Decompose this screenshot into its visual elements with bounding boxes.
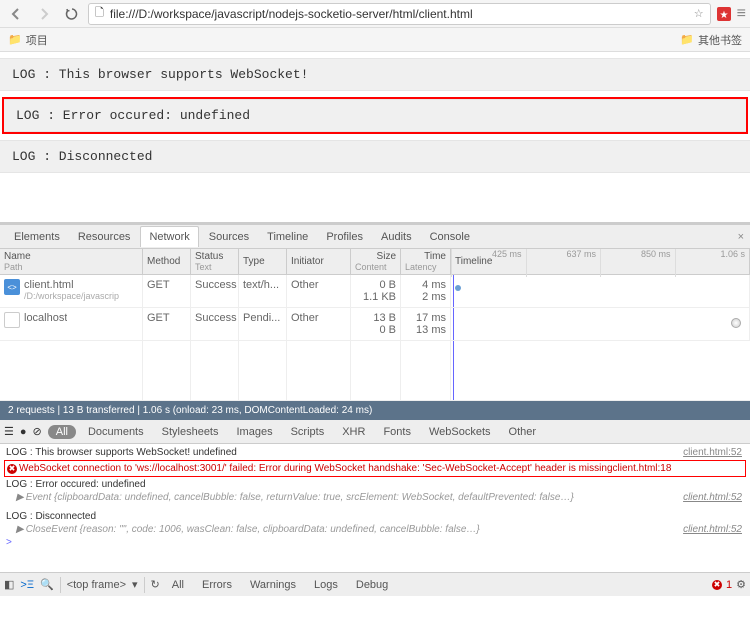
svg-text:★: ★ xyxy=(719,10,728,21)
filter-warnings[interactable]: Warnings xyxy=(244,577,302,593)
frame-selector[interactable]: <top frame> xyxy=(67,579,126,591)
filter-xhr[interactable]: XHR xyxy=(336,424,371,440)
filter-other[interactable]: Other xyxy=(503,424,543,440)
filter-debug[interactable]: Debug xyxy=(350,577,394,593)
filter-websockets[interactable]: WebSockets xyxy=(423,424,497,440)
tab-console[interactable]: Console xyxy=(422,227,478,247)
list-view-icon[interactable]: ☰ xyxy=(4,425,14,438)
tab-profiles[interactable]: Profiles xyxy=(318,227,371,247)
expand-icon[interactable]: ▶ xyxy=(16,492,24,503)
tab-resources[interactable]: Resources xyxy=(70,227,139,247)
clear-icon[interactable]: ⊘ xyxy=(33,425,42,438)
network-table-header: NamePath Method StatusText Type Initiato… xyxy=(0,249,750,275)
clear-console-icon[interactable]: ↻ xyxy=(151,578,160,591)
console-log-line: LOG : This browser supports WebSocket! u… xyxy=(4,446,746,459)
inspect-icon[interactable]: 🔍 xyxy=(40,578,54,591)
html-file-icon: <> xyxy=(4,279,20,295)
error-count-badge[interactable]: ✖1 xyxy=(712,579,732,591)
forward-button[interactable] xyxy=(32,3,56,25)
tab-elements[interactable]: Elements xyxy=(6,227,68,247)
log-line: LOG : Error occured: undefined xyxy=(4,99,746,132)
reload-button[interactable] xyxy=(60,3,84,25)
network-request-row[interactable]: localhost GET Success Pendi... Other 13 … xyxy=(0,308,750,341)
filter-all[interactable]: All xyxy=(48,425,76,439)
network-summary: 2 requests | 13 B transferred | 1.06 s (… xyxy=(0,401,750,420)
filter-images[interactable]: Images xyxy=(231,424,279,440)
page-viewport: LOG : This browser supports WebSocket! L… xyxy=(0,52,750,222)
error-icon: ✖ xyxy=(712,580,722,590)
error-highlight: LOG : Error occured: undefined xyxy=(2,97,748,134)
folder-icon: 📁 xyxy=(680,33,694,46)
devtools-close-icon[interactable]: × xyxy=(738,231,744,243)
console-event-detail: ▶CloseEvent {reason: "", code: 1006, was… xyxy=(4,523,746,536)
expand-icon[interactable]: ▶ xyxy=(16,524,24,535)
filter-all[interactable]: All xyxy=(166,577,190,593)
network-request-row[interactable]: <>client.html/D:/workspace/javascrip GET… xyxy=(0,275,750,308)
blank-file-icon xyxy=(4,312,20,328)
devtools-panel: Elements Resources Network Sources Timel… xyxy=(0,222,750,596)
bookmark-star-icon[interactable]: ☆ xyxy=(694,7,704,20)
settings-icon[interactable]: ⚙ xyxy=(736,578,746,591)
tab-timeline[interactable]: Timeline xyxy=(259,227,316,247)
log-line: LOG : This browser supports WebSocket! xyxy=(0,58,750,91)
devtools-tabs: Elements Resources Network Sources Timel… xyxy=(0,225,750,249)
timeline-ticks: 425 ms 637 ms 850 ms 1.06 s xyxy=(451,249,749,277)
bookmark-folder[interactable]: 📁项目 xyxy=(8,32,48,48)
filter-documents[interactable]: Documents xyxy=(82,424,150,440)
console-output: LOG : This browser supports WebSocket! u… xyxy=(0,444,750,572)
console-log-line: LOG : Error occured: undefined xyxy=(4,478,746,491)
filter-logs[interactable]: Logs xyxy=(308,577,344,593)
console-toggle-icon[interactable]: >Ξ xyxy=(20,579,34,591)
console-filter-bar: ☰ ● ⊘ All Documents Stylesheets Images S… xyxy=(0,420,750,444)
filter-scripts[interactable]: Scripts xyxy=(285,424,331,440)
browser-toolbar: 🗋 file:///D:/workspace/javascript/nodejs… xyxy=(0,0,750,28)
url-text: file:///D:/workspace/javascript/nodejs-s… xyxy=(110,7,688,21)
console-log-line: LOG : Disconnected xyxy=(4,510,746,523)
back-button[interactable] xyxy=(4,3,28,25)
bookmarks-bar: 📁项目 📁其他书签 xyxy=(0,28,750,52)
tab-network[interactable]: Network xyxy=(140,226,198,247)
url-bar[interactable]: 🗋 file:///D:/workspace/javascript/nodejs… xyxy=(88,3,711,25)
extension-icon[interactable]: ★ xyxy=(715,5,733,23)
console-event-detail: ▶Event {clipboardData: undefined, cancel… xyxy=(4,491,746,504)
tab-audits[interactable]: Audits xyxy=(373,227,420,247)
dock-icon[interactable]: ◧ xyxy=(4,578,14,591)
filter-fonts[interactable]: Fonts xyxy=(377,424,417,440)
console-prompt[interactable]: > xyxy=(4,536,746,549)
menu-icon[interactable]: ≡ xyxy=(737,5,746,23)
folder-icon: 📁 xyxy=(8,33,22,46)
console-error-line: ✖WebSocket connection to 'ws://localhost… xyxy=(4,460,746,477)
filter-errors[interactable]: Errors xyxy=(196,577,238,593)
filter-stylesheets[interactable]: Stylesheets xyxy=(156,424,225,440)
error-icon: ✖ xyxy=(7,464,17,474)
devtools-bottom-bar: ◧ >Ξ 🔍 <top frame> ▾ ↻ All Errors Warning… xyxy=(0,572,750,596)
log-line: LOG : Disconnected xyxy=(0,140,750,173)
file-icon: 🗋 xyxy=(95,4,104,23)
chevron-down-icon[interactable]: ▾ xyxy=(132,578,138,591)
other-bookmarks[interactable]: 📁其他书签 xyxy=(680,32,742,48)
tab-sources[interactable]: Sources xyxy=(201,227,257,247)
record-icon[interactable]: ● xyxy=(20,426,27,438)
